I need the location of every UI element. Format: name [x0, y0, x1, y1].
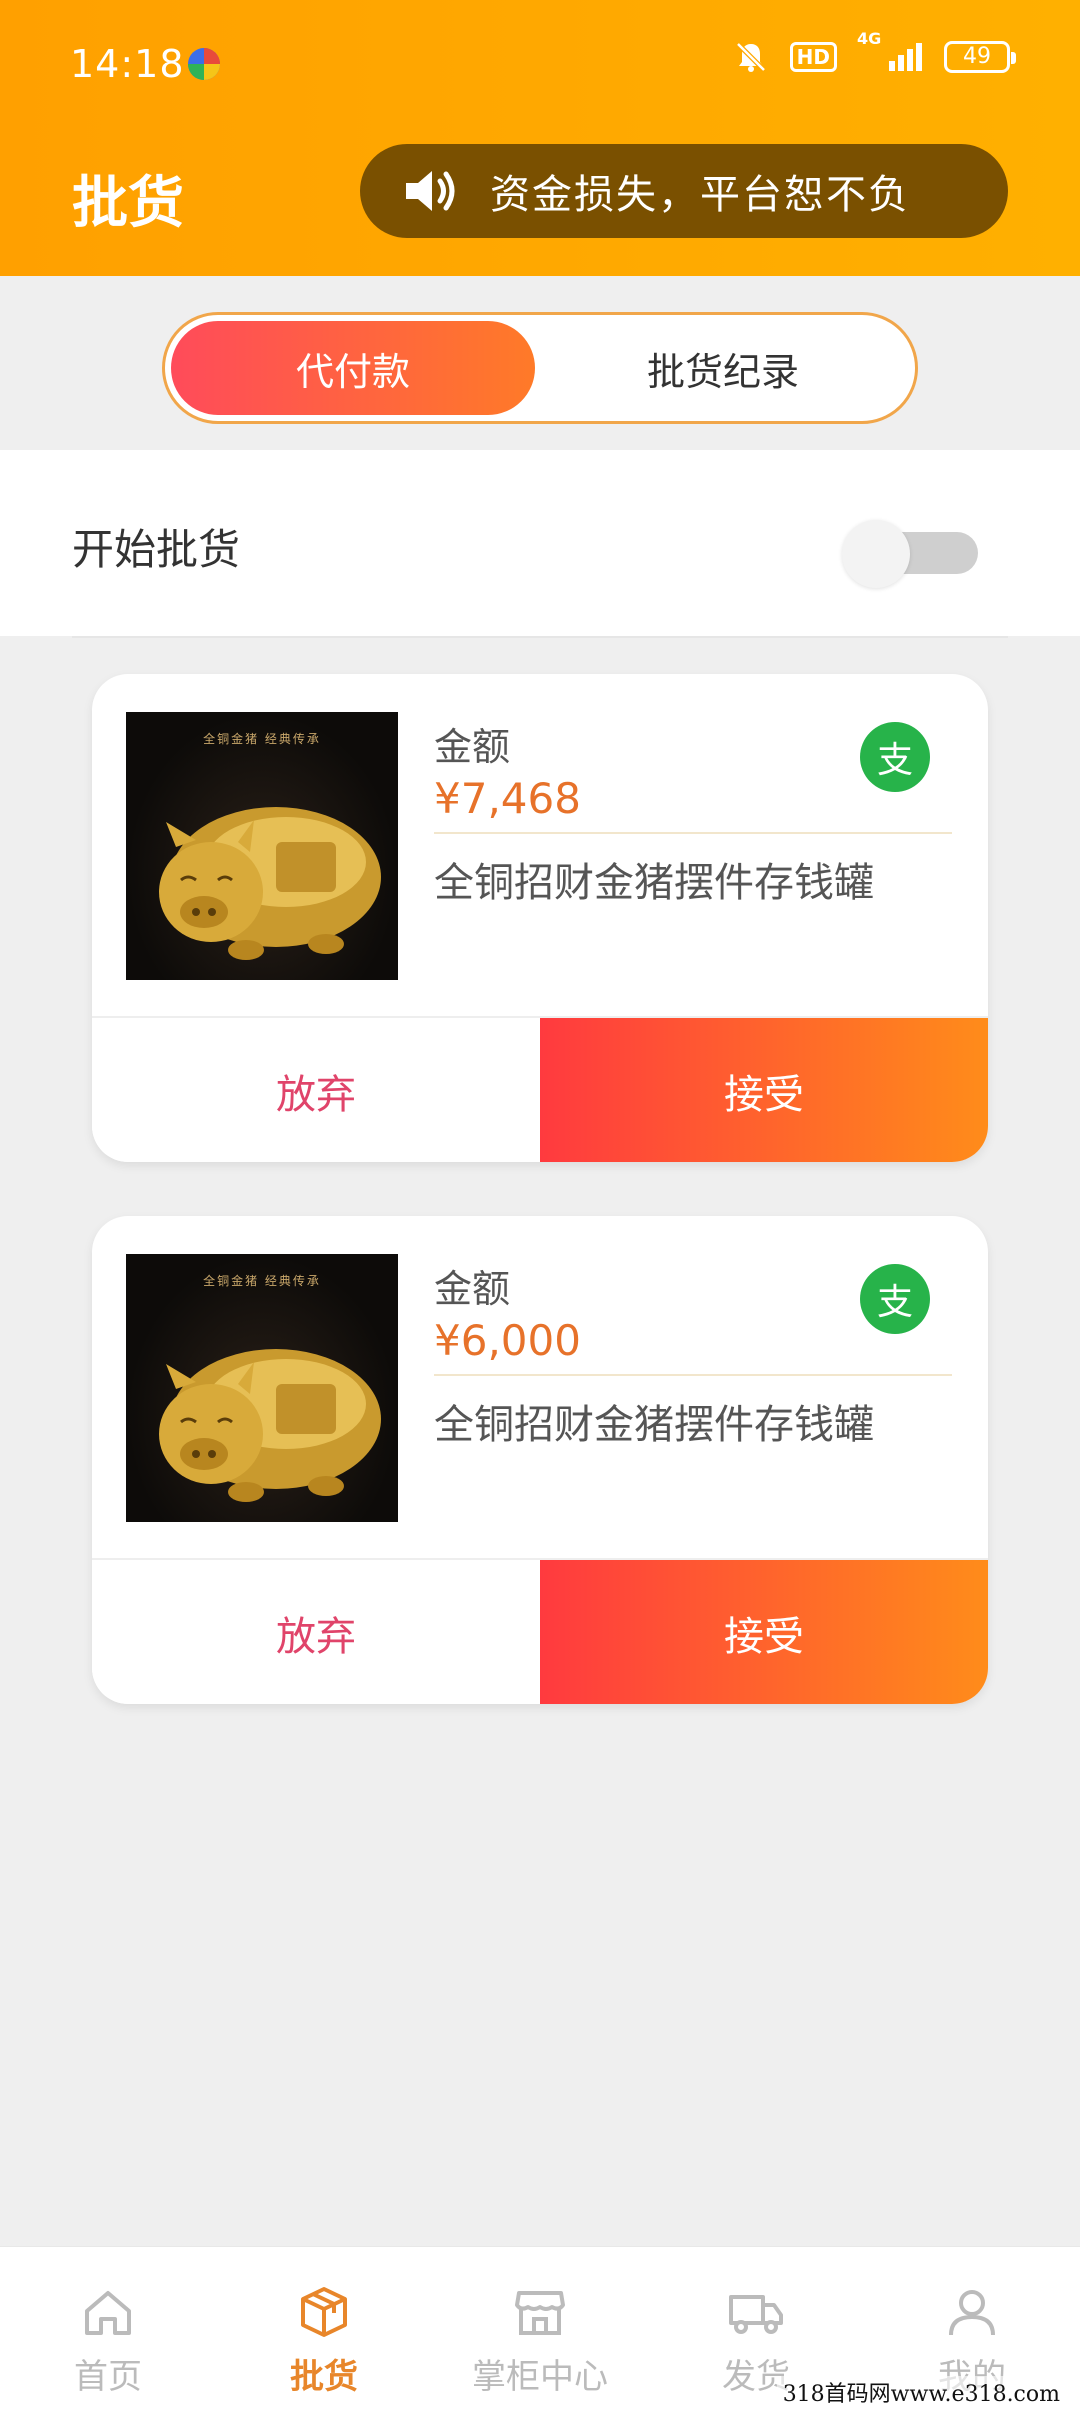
product-image: 全铜金猪 经典传承 — [126, 1254, 398, 1522]
accept-button[interactable]: 接受 — [540, 1560, 988, 1704]
golden-pig-illustration — [159, 1349, 381, 1502]
page-title: 批货 — [72, 171, 184, 236]
signal-icon: 4G — [857, 29, 922, 71]
truck-icon — [729, 2295, 783, 2334]
hd-badge: HD — [789, 42, 837, 72]
battery-indicator: 49 — [944, 41, 1016, 73]
box-icon — [301, 2287, 347, 2337]
product-name: 全铜招财金猪摆件存钱罐 — [434, 1402, 874, 1448]
bell-muted-icon — [735, 42, 766, 72]
divider — [72, 636, 1008, 638]
nav-item-home[interactable]: 首页 — [0, 2247, 216, 2412]
product-name: 全铜招财金猪摆件存钱罐 — [434, 860, 874, 906]
store-icon — [515, 2291, 565, 2335]
accept-button[interactable]: 接受 — [540, 1018, 988, 1162]
amount-value: ¥6,000 — [434, 1316, 581, 1365]
divider — [434, 832, 952, 834]
app-notification-icon — [188, 48, 220, 80]
status-icons: HD 4G 49 — [734, 29, 1016, 74]
tab-switch: 代付款 批货纪录 — [162, 312, 918, 424]
toggle-knob[interactable] — [842, 520, 910, 588]
speaker-icon — [406, 171, 455, 211]
watermark: 318首码网www.e318.com — [776, 2376, 1066, 2408]
alipay-badge: 支 — [860, 722, 930, 792]
nav-item-shopkeeper-center[interactable]: 掌柜中心 — [432, 2247, 648, 2412]
nav-label: 首页 — [74, 2357, 142, 2397]
amount-value: ¥7,468 — [434, 774, 581, 823]
amount-label: 金额 — [434, 725, 511, 769]
nav-label: 掌柜中心 — [472, 2357, 608, 2397]
home-icon — [85, 2291, 131, 2335]
nav-label: 批货 — [290, 2357, 358, 2397]
start-wholesale-row: 开始批货 — [0, 450, 1080, 636]
notice-banner[interactable]: 资金损失，平台恕不负 — [360, 144, 1008, 238]
golden-pig-illustration — [159, 807, 381, 960]
card-actions: 放弃 接受 — [92, 1016, 988, 1162]
reject-button[interactable]: 放弃 — [92, 1018, 540, 1162]
user-icon — [949, 2290, 995, 2336]
product-image: 全铜金猪 经典传承 — [126, 712, 398, 980]
network-type: 4G — [857, 29, 882, 48]
order-card: 全铜金猪 经典传承 金额 ¥6,000 支 全铜招财金猪摆件存钱罐 放弃 接受 — [92, 1216, 988, 1704]
reject-button[interactable]: 放弃 — [92, 1560, 540, 1704]
amount-label: 金额 — [434, 1267, 511, 1311]
start-wholesale-label: 开始批货 — [72, 525, 241, 574]
tab-pending-payment[interactable]: 代付款 — [171, 321, 535, 415]
status-time: 14:18 — [70, 42, 185, 86]
order-card: 全铜金猪 经典传承 金额 ¥7,468 支 全铜招财金猪摆件存钱罐 放弃 接受 — [92, 674, 988, 1162]
header-bar: 14:18 HD 4G 49 批货 资金损失，平台恕不负 — [0, 0, 1080, 276]
divider — [434, 1374, 952, 1376]
card-actions: 放弃 接受 — [92, 1558, 988, 1704]
notice-text: 资金损失，平台恕不负 — [490, 172, 910, 218]
status-bar: 14:18 HD 4G 49 — [0, 0, 1080, 120]
tab-wholesale-records[interactable]: 批货纪录 — [541, 321, 905, 415]
nav-item-wholesale[interactable]: 批货 — [216, 2247, 432, 2412]
alipay-badge: 支 — [860, 1264, 930, 1334]
